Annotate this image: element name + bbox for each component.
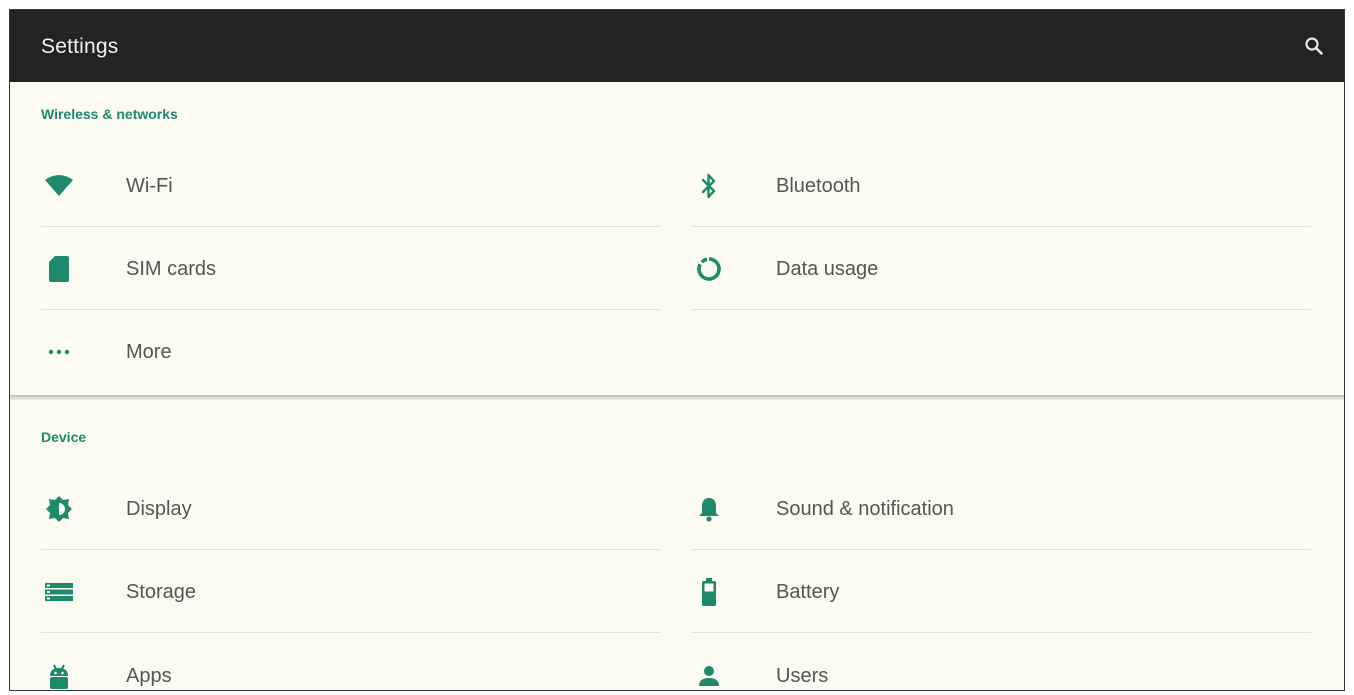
settings-item-label: Sound & notification [776,497,954,520]
divider [691,549,1311,550]
settings-item-label: Display [126,497,192,520]
divider [41,549,661,550]
divider [691,632,1311,633]
settings-item-apps[interactable]: Apps [41,646,661,690]
app-bar: Settings [10,10,1344,82]
settings-item-data-usage[interactable]: Data usage [691,239,1311,299]
sim-card-icon [41,251,77,287]
display-brightness-icon [41,491,77,527]
settings-item-label: Bluetooth [776,174,861,197]
settings-item-users[interactable]: Users [691,646,1311,690]
divider [41,226,661,227]
page-title: Settings [41,35,119,58]
android-icon [41,658,77,690]
settings-item-more[interactable]: More [41,322,661,382]
bell-icon [691,491,727,527]
settings-item-battery[interactable]: Battery [691,562,1311,622]
storage-icon [41,574,77,610]
search-icon [1305,37,1323,55]
divider [691,226,1311,227]
settings-item-label: SIM cards [126,257,217,280]
more-icon [41,334,77,370]
settings-item-label: Wi-Fi [126,174,173,197]
settings-item-wifi[interactable]: Wi-Fi [41,156,661,216]
settings-item-label: Users [776,664,829,687]
settings-item-label: Data usage [776,257,879,280]
settings-item-label: More [126,340,172,363]
section-header-device: Device [41,429,87,445]
divider [41,632,661,633]
settings-item-storage[interactable]: Storage [41,562,661,622]
settings-item-display[interactable]: Display [41,479,661,539]
battery-icon [691,574,727,610]
settings-item-sim-cards[interactable]: SIM cards [41,239,661,299]
bluetooth-icon [691,168,727,204]
section-divider [10,395,1344,400]
settings-item-sound-notification[interactable]: Sound & notification [691,479,1311,539]
settings-item-label: Battery [776,580,840,603]
wifi-icon [41,168,77,204]
section-header-wireless-networks: Wireless & networks [41,106,178,122]
settings-item-bluetooth[interactable]: Bluetooth [691,156,1311,216]
person-icon [691,658,727,690]
divider [41,309,661,310]
search-button[interactable] [1298,30,1330,62]
data-usage-icon [691,251,727,287]
settings-item-label: Storage [126,580,197,603]
settings-item-label: Apps [126,664,172,687]
divider [691,309,1311,310]
settings-window: Settings Wireless & networks Wi-Fi Bluet… [9,9,1345,691]
